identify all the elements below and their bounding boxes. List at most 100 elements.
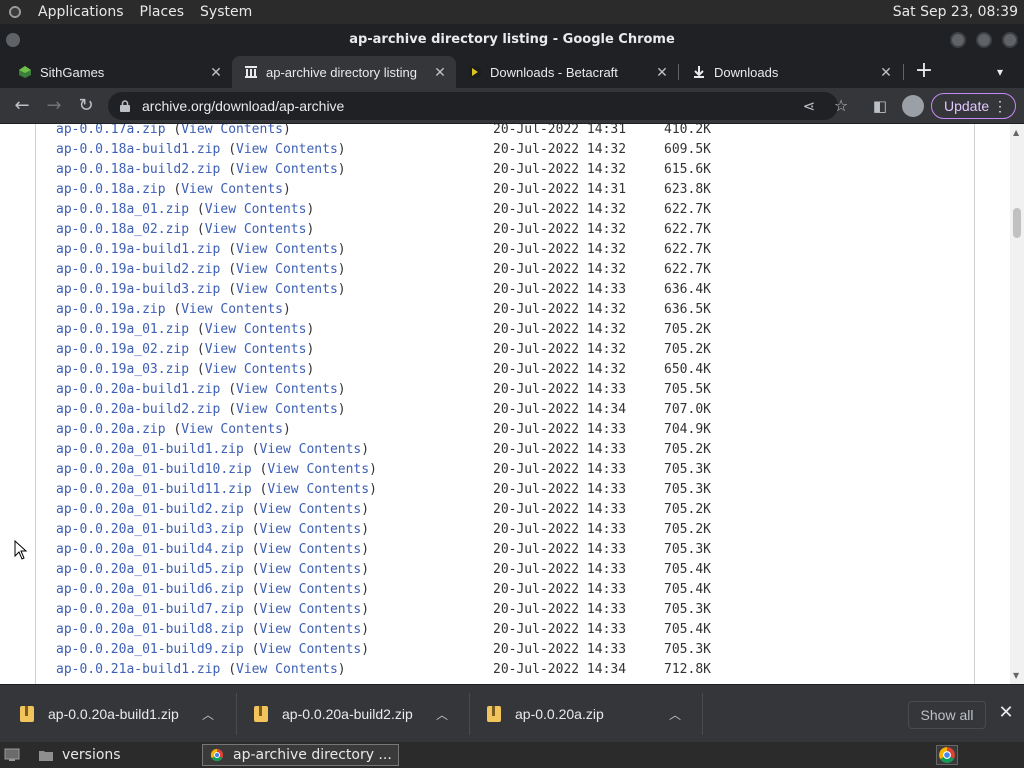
file-link[interactable]: ap-0.0.20a_01-build2.zip [56, 502, 244, 517]
applications-menu[interactable]: Applications [30, 4, 132, 20]
download-item[interactable]: ap-0.0.20a.zip ︿ [467, 685, 699, 743]
file-link[interactable]: ap-0.0.20a-build1.zip [56, 382, 220, 397]
profile-avatar-icon[interactable] [902, 95, 924, 117]
url-text[interactable]: archive.org/download/ap-archive [142, 98, 344, 114]
file-link[interactable]: ap-0.0.20a.zip [56, 422, 166, 437]
chevron-up-icon[interactable]: ︿ [665, 706, 685, 723]
view-contents-link[interactable]: View Contents [181, 422, 283, 437]
scroll-up-icon[interactable]: ▲ [1013, 128, 1019, 137]
view-contents-link[interactable]: View Contents [181, 302, 283, 317]
tab-close-icon[interactable]: ✕ [208, 64, 224, 81]
file-link[interactable]: ap-0.0.20a_01-build1.zip [56, 442, 244, 457]
file-link[interactable]: ap-0.0.20a_01-build5.zip [56, 562, 244, 577]
tab-search-icon[interactable]: ▾ [990, 62, 1010, 82]
reload-icon[interactable]: ↻ [74, 94, 98, 118]
file-link[interactable]: ap-0.0.18a_02.zip [56, 222, 189, 237]
view-contents-link[interactable]: View Contents [260, 562, 362, 577]
tab-betacraft[interactable]: Downloads - Betacraft ✕ [456, 56, 678, 88]
view-contents-link[interactable]: View Contents [267, 462, 369, 477]
tab-close-icon[interactable]: ✕ [654, 64, 670, 81]
tab-close-icon[interactable]: ✕ [432, 64, 448, 81]
file-link[interactable]: ap-0.0.20a_01-build7.zip [56, 602, 244, 617]
scrollbar-thumb[interactable] [1013, 208, 1021, 238]
file-link[interactable]: ap-0.0.19a_03.zip [56, 362, 189, 377]
view-contents-link[interactable]: View Contents [236, 162, 338, 177]
tab-ap-archive[interactable]: ap-archive directory listing ✕ [232, 56, 456, 88]
chevron-up-icon[interactable]: ︿ [432, 706, 452, 723]
file-link[interactable]: ap-0.0.20a_01-build9.zip [56, 642, 244, 657]
view-contents-link[interactable]: View Contents [236, 282, 338, 297]
file-link[interactable]: ap-0.0.18a-build1.zip [56, 142, 220, 157]
file-link[interactable]: ap-0.0.20a_01-build4.zip [56, 542, 244, 557]
file-link[interactable]: ap-0.0.18a.zip [56, 182, 166, 197]
forward-icon[interactable]: → [42, 94, 66, 118]
view-contents-link[interactable]: View Contents [236, 142, 338, 157]
view-contents-link[interactable]: View Contents [260, 502, 362, 517]
view-contents-link[interactable]: View Contents [260, 602, 362, 617]
file-link[interactable]: ap-0.0.19a.zip [56, 302, 166, 317]
view-contents-link[interactable]: View Contents [205, 322, 307, 337]
file-link[interactable]: ap-0.0.20a_01-build11.zip [56, 482, 252, 497]
scroll-down-icon[interactable]: ▼ [1013, 671, 1019, 680]
close-shelf-icon[interactable]: ✕ [996, 703, 1016, 723]
system-menu[interactable]: System [192, 4, 260, 20]
view-contents-link[interactable]: View Contents [260, 522, 362, 537]
more-menu-icon[interactable]: ⋮ [993, 94, 1007, 118]
download-item[interactable]: ap-0.0.20a-build2.zip ︿ [234, 685, 466, 743]
view-contents-link[interactable]: View Contents [236, 662, 338, 677]
back-icon[interactable]: ← [10, 94, 34, 118]
file-link[interactable]: ap-0.0.20a_01-build10.zip [56, 462, 252, 477]
tray-chrome-icon[interactable] [936, 745, 958, 765]
file-link[interactable]: ap-0.0.19a-build1.zip [56, 242, 220, 257]
file-link[interactable]: ap-0.0.20a_01-build3.zip [56, 522, 244, 537]
file-link[interactable]: ap-0.0.18a_01.zip [56, 202, 189, 217]
file-link[interactable]: ap-0.0.19a-build2.zip [56, 262, 220, 277]
view-contents-link[interactable]: View Contents [205, 342, 307, 357]
view-contents-link[interactable]: View Contents [236, 262, 338, 277]
address-bar[interactable]: archive.org/download/ap-archive [108, 92, 838, 120]
chevron-up-icon[interactable]: ︿ [198, 706, 218, 723]
download-item[interactable]: ap-0.0.20a-build1.zip ︿ [0, 685, 232, 743]
tab-close-icon[interactable]: ✕ [878, 64, 894, 81]
share-icon[interactable]: ⋖ [797, 94, 821, 118]
view-contents-link[interactable]: View Contents [260, 582, 362, 597]
new-tab-button[interactable]: + [912, 60, 936, 84]
view-contents-link[interactable]: View Contents [260, 622, 362, 637]
tab-downloads[interactable]: Downloads ✕ [680, 56, 902, 88]
file-link[interactable]: ap-0.0.19a_02.zip [56, 342, 189, 357]
view-contents-link[interactable]: View Contents [236, 402, 338, 417]
panel-clock[interactable]: Sat Sep 23, 08:39 [893, 4, 1018, 20]
view-contents-link[interactable]: View Contents [236, 242, 338, 257]
view-contents-link[interactable]: View Contents [181, 124, 283, 137]
view-contents-link[interactable]: View Contents [260, 442, 362, 457]
file-link[interactable]: ap-0.0.20a_01-build6.zip [56, 582, 244, 597]
file-link[interactable]: ap-0.0.19a-build3.zip [56, 282, 220, 297]
view-contents-link[interactable]: View Contents [205, 222, 307, 237]
view-contents-link[interactable]: View Contents [267, 482, 369, 497]
file-link[interactable]: ap-0.0.20a_01-build8.zip [56, 622, 244, 637]
side-panel-icon[interactable]: ◧ [868, 94, 892, 118]
view-contents-link[interactable]: View Contents [260, 542, 362, 557]
view-contents-link[interactable]: View Contents [205, 362, 307, 377]
view-contents-link[interactable]: View Contents [205, 202, 307, 217]
gnome-foot-icon[interactable] [6, 3, 24, 21]
bookmark-star-icon[interactable]: ☆ [829, 94, 853, 118]
file-link[interactable]: ap-0.0.19a_01.zip [56, 322, 189, 337]
view-contents-link[interactable]: View Contents [260, 642, 362, 657]
file-link[interactable]: ap-0.0.18a-build2.zip [56, 162, 220, 177]
view-contents-link[interactable]: View Contents [236, 382, 338, 397]
lock-icon[interactable] [120, 100, 130, 112]
file-link[interactable]: ap-0.0.17a.zip [56, 124, 166, 137]
view-contents-link[interactable]: View Contents [181, 182, 283, 197]
places-menu[interactable]: Places [132, 4, 193, 20]
file-link[interactable]: ap-0.0.20a-build2.zip [56, 402, 220, 417]
show-all-button[interactable]: Show all [908, 701, 986, 729]
minimize-button[interactable] [950, 32, 966, 48]
taskbar-item-chrome[interactable]: ap-archive directory ... [202, 744, 399, 766]
maximize-button[interactable] [976, 32, 992, 48]
show-desktop-icon[interactable] [4, 744, 28, 766]
update-button[interactable]: Update ⋮ [931, 93, 1016, 119]
taskbar-item-versions[interactable]: versions [38, 744, 121, 766]
file-link[interactable]: ap-0.0.21a-build1.zip [56, 662, 220, 677]
page-scrollbar[interactable]: ▲ ▼ [1010, 124, 1024, 684]
